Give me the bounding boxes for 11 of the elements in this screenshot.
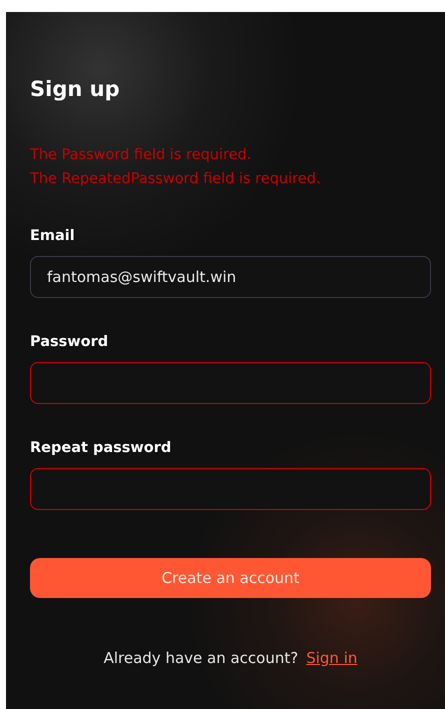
- field-label: Password: [30, 333, 110, 352]
- input-field[interactable]: [30, 362, 431, 404]
- field-label: Email: [30, 227, 76, 246]
- input-field[interactable]: fantomas@swiftvault.win: [30, 256, 431, 298]
- footer-text: Already have an account?: [104, 649, 298, 667]
- error-message: The Password field is required.: [30, 146, 252, 165]
- sign-in-link[interactable]: Sign in: [306, 649, 358, 667]
- input-field[interactable]: [30, 468, 431, 510]
- field-label: Repeat password: [30, 439, 172, 458]
- page-title: Sign up: [30, 76, 121, 103]
- error-message: The RepeatedPassword field is required.: [30, 170, 322, 189]
